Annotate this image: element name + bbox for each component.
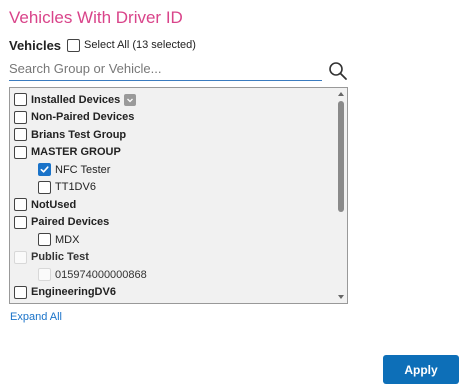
tree-item-checkbox[interactable] — [38, 180, 51, 194]
tree-group-item[interactable]: Installed Devices — [14, 91, 137, 108]
tree-item-label: NotUsed — [31, 198, 77, 211]
vehicle-tree-list: Installed Devices Non-Paired Devices Brian… — [10, 88, 335, 303]
info-icon[interactable] — [124, 93, 137, 106]
apply-button[interactable]: Apply — [383, 355, 459, 384]
search-icon[interactable] — [328, 61, 348, 81]
tree-item-label: Installed Devices — [31, 93, 121, 106]
expand-all-link[interactable]: Expand All — [10, 311, 62, 323]
tree-group-item[interactable]: Paired Devices — [14, 214, 109, 231]
tree-item-checkbox[interactable] — [14, 198, 27, 211]
tree-group-item[interactable]: EngineeringDV6 — [14, 284, 116, 301]
tree-item-checkbox[interactable] — [14, 285, 27, 299]
tree-vehicle-item[interactable]: NFC Tester — [38, 161, 110, 178]
tree-item-checkbox[interactable] — [14, 110, 27, 124]
tree-item-label: 015974000000868 — [55, 268, 147, 281]
tree-group-item[interactable]: MASTER GROUP — [14, 144, 121, 161]
tree-item-label: NFC Tester — [55, 163, 111, 176]
tree-item-checkbox — [38, 268, 51, 281]
tree-item-label: Public Test — [31, 251, 89, 263]
tree-group-item[interactable]: Brians Test Group — [14, 126, 126, 143]
tree-item-checkbox[interactable] — [38, 233, 51, 246]
scroll-down-icon[interactable] — [338, 295, 344, 299]
search-input[interactable] — [9, 58, 322, 78]
tree-item-label: Non-Paired Devices — [31, 111, 135, 123]
tree-item-label: Paired Devices — [31, 216, 110, 228]
tree-group-item[interactable]: Non-Paired Devices — [14, 109, 134, 126]
scroll-thumb[interactable] — [338, 101, 344, 212]
scroll-up-icon[interactable] — [338, 92, 344, 96]
tree-item-label: Brians Test Group — [31, 128, 127, 141]
tree-item-label: EngineeringDV6 — [31, 286, 116, 298]
tree-vehicle-item: 015974000000868 — [38, 266, 147, 283]
tree-item-checkbox[interactable] — [14, 128, 27, 141]
tree-vehicle-item[interactable]: MDX — [38, 231, 79, 248]
search-field — [9, 58, 322, 81]
tree-group-item: Public Test — [14, 249, 89, 266]
tree-item-checkbox — [14, 250, 27, 264]
tree-item-label: MASTER GROUP — [31, 146, 121, 158]
page-title: Vehicles With Driver ID — [9, 8, 183, 27]
vehicles-header: Vehicles Select All (13 selected) — [9, 37, 196, 53]
select-all-checkbox[interactable] — [67, 38, 81, 52]
select-all-label[interactable]: Select All (13 selected) — [84, 39, 196, 51]
checkmark-icon — [40, 166, 49, 173]
tree-item-checkbox[interactable] — [38, 163, 51, 176]
tree-item-label: TT1DV6 — [55, 181, 96, 193]
tree-vehicle-item[interactable]: TT1DV6 — [38, 179, 96, 196]
tree-item-checkbox[interactable] — [14, 93, 27, 106]
tree-item-checkbox[interactable] — [14, 215, 27, 229]
vehicles-label: Vehicles — [9, 37, 62, 53]
tree-item-checkbox[interactable] — [14, 145, 27, 159]
vehicle-tree: Installed Devices Non-Paired Devices Brian… — [9, 87, 348, 304]
tree-scrollbar[interactable] — [335, 88, 347, 303]
tree-item-label: MDX — [55, 233, 80, 246]
tree-group-item[interactable]: NotUsed — [14, 196, 76, 213]
